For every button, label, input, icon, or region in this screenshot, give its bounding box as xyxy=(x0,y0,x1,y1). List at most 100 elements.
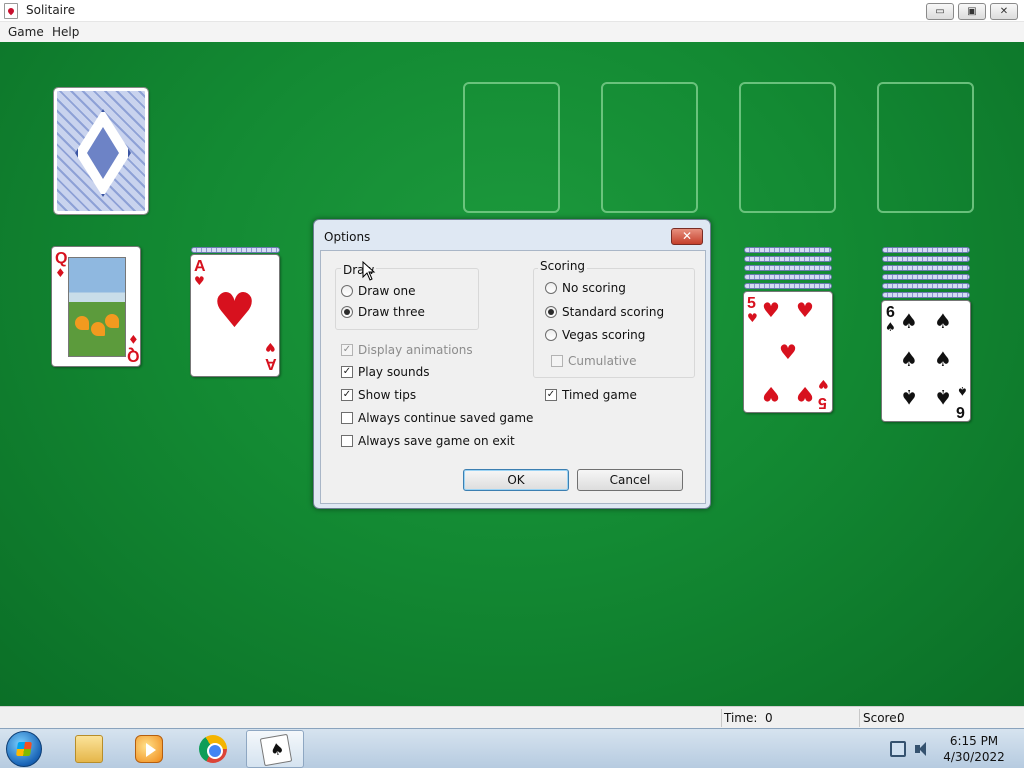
show-tips-option[interactable]: ✓ Show tips xyxy=(341,387,416,403)
heart-icon: ♥ xyxy=(796,382,814,406)
score-label: Score: xyxy=(863,711,901,725)
window-title: Solitaire xyxy=(26,3,76,17)
waste-stack-edge xyxy=(191,247,280,253)
clock-date: 4/30/2022 xyxy=(943,750,1005,764)
taskbar-solitaire[interactable] xyxy=(246,730,304,768)
show-tips-checkbox[interactable]: ✓ xyxy=(341,389,353,401)
always-save-checkbox[interactable] xyxy=(341,435,353,447)
no-scoring-radio[interactable] xyxy=(545,282,557,294)
tableau-hidden-card xyxy=(744,283,832,289)
tableau-hidden-card xyxy=(744,274,832,280)
heart-icon: ♥ xyxy=(762,298,780,322)
spade-icon: ♠ xyxy=(900,309,918,333)
play-sounds-label: Play sounds xyxy=(358,365,430,379)
display-animations-checkbox[interactable]: ✓ xyxy=(341,344,353,356)
menu-help[interactable]: Help xyxy=(52,25,79,39)
minimize-button[interactable]: ▭ xyxy=(926,3,954,20)
always-save-label: Always save game on exit xyxy=(358,434,515,448)
tableau-hidden-card xyxy=(882,274,970,280)
standard-scoring-radio[interactable] xyxy=(545,306,557,318)
timed-game-checkbox[interactable]: ✓ xyxy=(545,389,557,401)
spade-icon: ♠ xyxy=(900,385,918,409)
vegas-scoring-radio[interactable] xyxy=(545,329,557,341)
dialog-title: Options xyxy=(324,230,371,244)
card-rank: 6 xyxy=(886,304,895,321)
heart-icon: ♥ xyxy=(796,298,814,322)
taskbar-chrome[interactable] xyxy=(184,730,242,768)
time-value: 0 xyxy=(765,711,773,725)
flower-icon xyxy=(75,316,89,330)
diamond-icon: ♦ xyxy=(128,332,139,346)
start-button[interactable] xyxy=(6,731,42,767)
card-five-of-hearts[interactable]: 5 ♥ ♥ ♥ ♥ ♥ ♥ ♥ 5 xyxy=(743,291,833,413)
flower-icon xyxy=(91,322,105,336)
cumulative-option[interactable]: Cumulative xyxy=(551,353,637,369)
standard-scoring-label: Standard scoring xyxy=(562,305,665,319)
card-queen-of-diamonds[interactable]: Q ♦ Q ♦ xyxy=(51,246,141,367)
always-save-option[interactable]: Always save game on exit xyxy=(341,433,515,449)
card-rank: A xyxy=(194,258,206,275)
draw-three-option[interactable]: Draw three xyxy=(341,304,425,320)
dialog-close-button[interactable]: ✕ xyxy=(671,228,703,245)
always-continue-option[interactable]: Always continue saved game xyxy=(341,410,533,426)
title-bar: Solitaire ▭ ▣ ✕ xyxy=(0,0,1024,22)
vegas-scoring-option[interactable]: Vegas scoring xyxy=(545,327,645,343)
tableau-hidden-card xyxy=(882,256,970,262)
standard-scoring-option[interactable]: Standard scoring xyxy=(545,304,664,320)
ok-button[interactable]: OK xyxy=(463,469,569,491)
stock-pile[interactable] xyxy=(53,87,149,215)
always-continue-checkbox[interactable] xyxy=(341,412,353,424)
foundation-slot-4[interactable] xyxy=(877,82,974,213)
cancel-button[interactable]: Cancel xyxy=(577,469,683,491)
heart-icon: ♥ xyxy=(194,274,205,288)
heart-icon: ♥ xyxy=(762,382,780,406)
no-scoring-label: No scoring xyxy=(562,281,626,295)
vegas-scoring-label: Vegas scoring xyxy=(562,328,646,342)
solitaire-app-icon xyxy=(4,3,18,19)
clock-time: 6:15 PM xyxy=(949,734,999,748)
time-label: Time: xyxy=(724,711,758,725)
status-bar: Time: 0 Score: 0 xyxy=(0,706,1024,728)
network-icon[interactable] xyxy=(890,741,906,757)
spade-icon: ♠ xyxy=(957,384,968,398)
spade-icon: ♠ xyxy=(885,320,896,334)
heart-icon: ♥ xyxy=(747,311,758,325)
card-rank-inverted: 5 xyxy=(818,394,827,411)
no-scoring-option[interactable]: No scoring xyxy=(545,280,626,296)
maximize-button[interactable]: ▣ xyxy=(958,3,986,20)
card-ace-of-hearts[interactable]: A ♥ ♥ ♥ A xyxy=(190,254,280,377)
card-rank-inverted: A xyxy=(265,355,277,372)
system-clock[interactable]: 6:15 PM 4/30/2022 xyxy=(938,733,1010,765)
spade-icon: ♠ xyxy=(934,385,952,409)
foundation-slot-3[interactable] xyxy=(739,82,836,213)
cumulative-checkbox[interactable] xyxy=(551,355,563,367)
draw-one-radio[interactable] xyxy=(341,285,353,297)
heart-icon: ♥ xyxy=(213,283,257,339)
scoring-group-label: Scoring xyxy=(538,259,588,273)
spade-icon: ♠ xyxy=(900,347,918,371)
tableau-hidden-card xyxy=(882,292,970,298)
timed-game-label: Timed game xyxy=(562,388,637,402)
taskbar-explorer[interactable] xyxy=(60,730,118,768)
menu-bar: Game Help xyxy=(0,22,1024,42)
draw-one-label: Draw one xyxy=(358,284,416,298)
dialog-body: Draw Draw one Draw three Scoring No scor… xyxy=(320,250,706,504)
foundation-slot-2[interactable] xyxy=(601,82,698,213)
close-window-button[interactable]: ✕ xyxy=(990,3,1018,20)
play-sounds-checkbox[interactable]: ✓ xyxy=(341,366,353,378)
draw-one-option[interactable]: Draw one xyxy=(341,283,416,299)
spade-icon: ♠ xyxy=(934,309,952,333)
menu-game[interactable]: Game xyxy=(8,25,44,39)
always-continue-label: Always continue saved game xyxy=(358,411,534,425)
volume-icon[interactable] xyxy=(914,741,930,757)
draw-three-label: Draw three xyxy=(358,305,425,319)
timed-game-option[interactable]: ✓ Timed game xyxy=(545,387,637,403)
card-six-of-spades[interactable]: 6 ♠ ♠ ♠ ♠ ♠ ♠ ♠ ♠ 6 xyxy=(881,300,971,422)
foundation-slot-1[interactable] xyxy=(463,82,560,213)
draw-three-radio[interactable] xyxy=(341,306,353,318)
play-sounds-option[interactable]: ✓ Play sounds xyxy=(341,364,430,380)
heart-icon: ♥ xyxy=(779,340,797,364)
taskbar-media-player[interactable] xyxy=(120,730,178,768)
chrome-icon xyxy=(199,735,227,763)
display-animations-option[interactable]: ✓ Display animations xyxy=(341,342,473,358)
